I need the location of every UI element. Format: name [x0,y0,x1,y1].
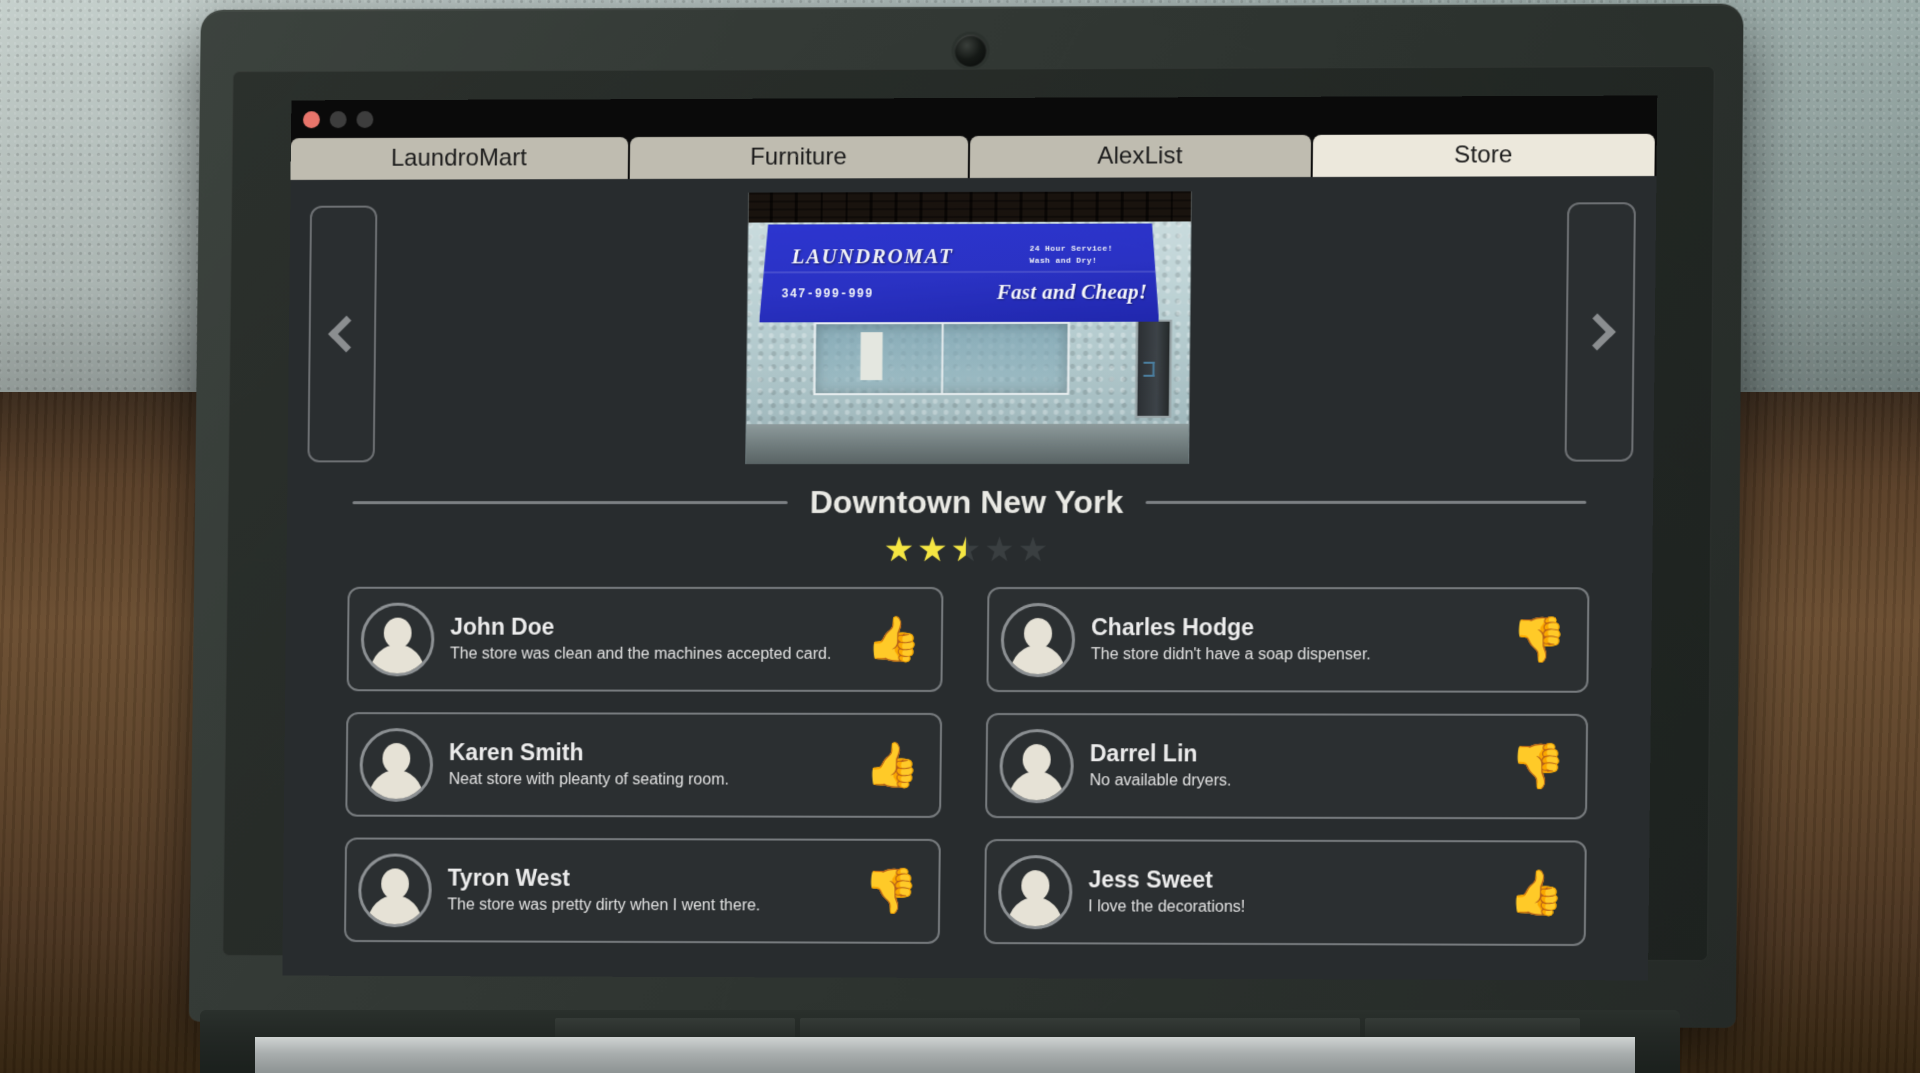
avatar [360,602,435,676]
storefront-photo[interactable]: LAUNDROMAT 24 Hour Service! Wash and Dry… [745,191,1192,465]
keyboard-deck [255,1037,1635,1073]
storefront-hours-line1: 24 Hour Service! [1029,244,1113,254]
star-icon[interactable]: ★ [1017,531,1048,569]
review-body: I love the decorations! [1088,897,1246,916]
avatar [1000,602,1076,677]
thumbs-down-icon[interactable]: 👎 [1512,615,1568,664]
review-verdict: 👎 [860,866,922,915]
avatar-body-icon [1009,770,1064,803]
tab-label: Furniture [750,143,847,171]
review-text: Tyron West The store was pretty dirty whe… [447,864,844,917]
storefront-awning: LAUNDROMAT 24 Hour Service! Wash and Dry… [759,224,1160,323]
storefront-sidewalk [745,423,1190,465]
review-text: Charles Hodge The store didn't have a soa… [1091,614,1493,666]
tab-label: LaundroMart [390,144,528,172]
storefront-hours-line2: Wash and Dry! [1029,256,1098,266]
divider-left [352,501,788,505]
page-title: Downtown New York [809,483,1124,521]
storefront-bricks [748,191,1192,225]
avatar [997,854,1073,929]
avatar [999,728,1075,803]
review-verdict: 👍 [863,614,925,663]
star-icon[interactable]: ★ [984,531,1015,569]
avatar-body-icon [370,643,425,676]
review-text: Karen Smith Neat store with pleanty of se… [449,739,846,791]
storefront-door [1134,319,1173,418]
reviewer-name: Darrel Lin [1089,739,1198,767]
review-text: John Doe The store was clean and the mach… [450,613,847,665]
storefront-phone: 347-999-999 [781,287,874,302]
thumbs-down-icon[interactable]: 👎 [1510,741,1566,790]
review-card[interactable]: John Doe The store was clean and the mach… [346,586,944,692]
carousel-next-button[interactable] [1564,202,1636,462]
chevron-right-icon [1578,313,1616,351]
window-title-bar [290,95,1658,139]
divider-right [1145,500,1587,504]
webcam-icon [954,34,987,67]
star-rating: ★ ★ ★ ★ ★ ★ ★ ★ [287,531,1653,569]
star-fill: ★ [883,533,915,567]
review-verdict: 👎 [1507,741,1570,790]
review-body: The store didn't have a soap dispenser. [1090,645,1371,663]
carousel-prev-button[interactable] [307,205,378,463]
reviewer-name: Charles Hodge [1091,613,1255,640]
tab-strip: LaundroMart Furniture AlexList Store [290,133,1657,180]
minimize-button[interactable] [329,110,347,128]
avatar-body-icon [369,769,424,802]
review-verdict: 👍 [861,740,923,789]
star-icon[interactable]: ★ ★ [883,531,915,569]
reviews-grid: John Doe The store was clean and the mach… [283,567,1653,947]
star-icon[interactable]: ★ ★ [916,531,948,569]
reviewer-name: Tyron West [447,864,571,891]
storefront-hours: 24 Hour Service! Wash and Dry! [1029,244,1113,267]
review-body: The store was clean and the machines acc… [449,645,832,663]
storefront-window-panel [860,332,883,381]
tab-alexlist[interactable]: AlexList [969,134,1311,178]
storefront-tagline: Fast and Cheap! [996,279,1148,304]
chevron-left-icon [327,315,365,353]
store-title-row: Downtown New York [287,484,1653,521]
review-card[interactable]: Jess Sweet I love the decorations! 👍 [983,839,1587,947]
review-card[interactable]: Darrel Lin No available dryers. 👎 [985,713,1589,820]
store-page-content: LAUNDROMAT 24 Hour Service! Wash and Dry… [282,176,1657,981]
star-icon[interactable]: ★ ★ [950,531,981,569]
maximize-button[interactable] [356,110,374,128]
star-fill: ★ [916,533,948,567]
review-body: The store was pretty dirty when I went t… [447,896,761,914]
thumbs-up-icon[interactable]: 👍 [866,614,921,663]
review-card[interactable]: Karen Smith Neat store with pleanty of se… [345,712,943,818]
review-body: No available dryers. [1089,771,1232,790]
review-verdict: 👍 [1505,868,1568,917]
tab-laundromart[interactable]: LaundroMart [290,137,628,180]
review-card[interactable]: Tyron West The store was pretty dirty whe… [343,837,941,944]
storefront-window [813,321,1070,396]
tab-label: AlexList [1097,142,1183,170]
storefront-carousel: LAUNDROMAT 24 Hour Service! Wash and Dry… [287,190,1656,474]
review-body: Neat store with pleanty of seating room. [448,770,729,789]
review-text: Jess Sweet I love the decorations! [1088,866,1490,919]
avatar [359,727,434,802]
laptop-screen: LaundroMart Furniture AlexList Store LAU… [282,95,1658,981]
thumbs-up-icon[interactable]: 👍 [1509,868,1565,917]
thumbs-down-icon[interactable]: 👎 [864,866,919,915]
avatar-body-icon [367,894,422,927]
avatar-body-icon [1010,644,1065,677]
reviewer-name: Jess Sweet [1088,865,1214,893]
star-fill: ★ [950,533,967,567]
thumbs-up-icon[interactable]: 👍 [865,740,920,789]
close-button[interactable] [302,110,320,128]
tab-furniture[interactable]: Furniture [629,135,969,179]
tab-label: Store [1453,141,1513,169]
storefront-sign-name: LAUNDROMAT [791,244,954,269]
review-text: Darrel Lin No available dryers. [1089,740,1491,793]
avatar [357,852,433,927]
reviewer-name: Karen Smith [448,738,584,765]
review-verdict: 👎 [1508,615,1571,664]
review-card[interactable]: Charles Hodge The store didn't have a soa… [986,587,1590,693]
reviewer-name: John Doe [450,613,555,640]
tab-store[interactable]: Store [1312,133,1655,178]
avatar-body-icon [1007,896,1063,929]
